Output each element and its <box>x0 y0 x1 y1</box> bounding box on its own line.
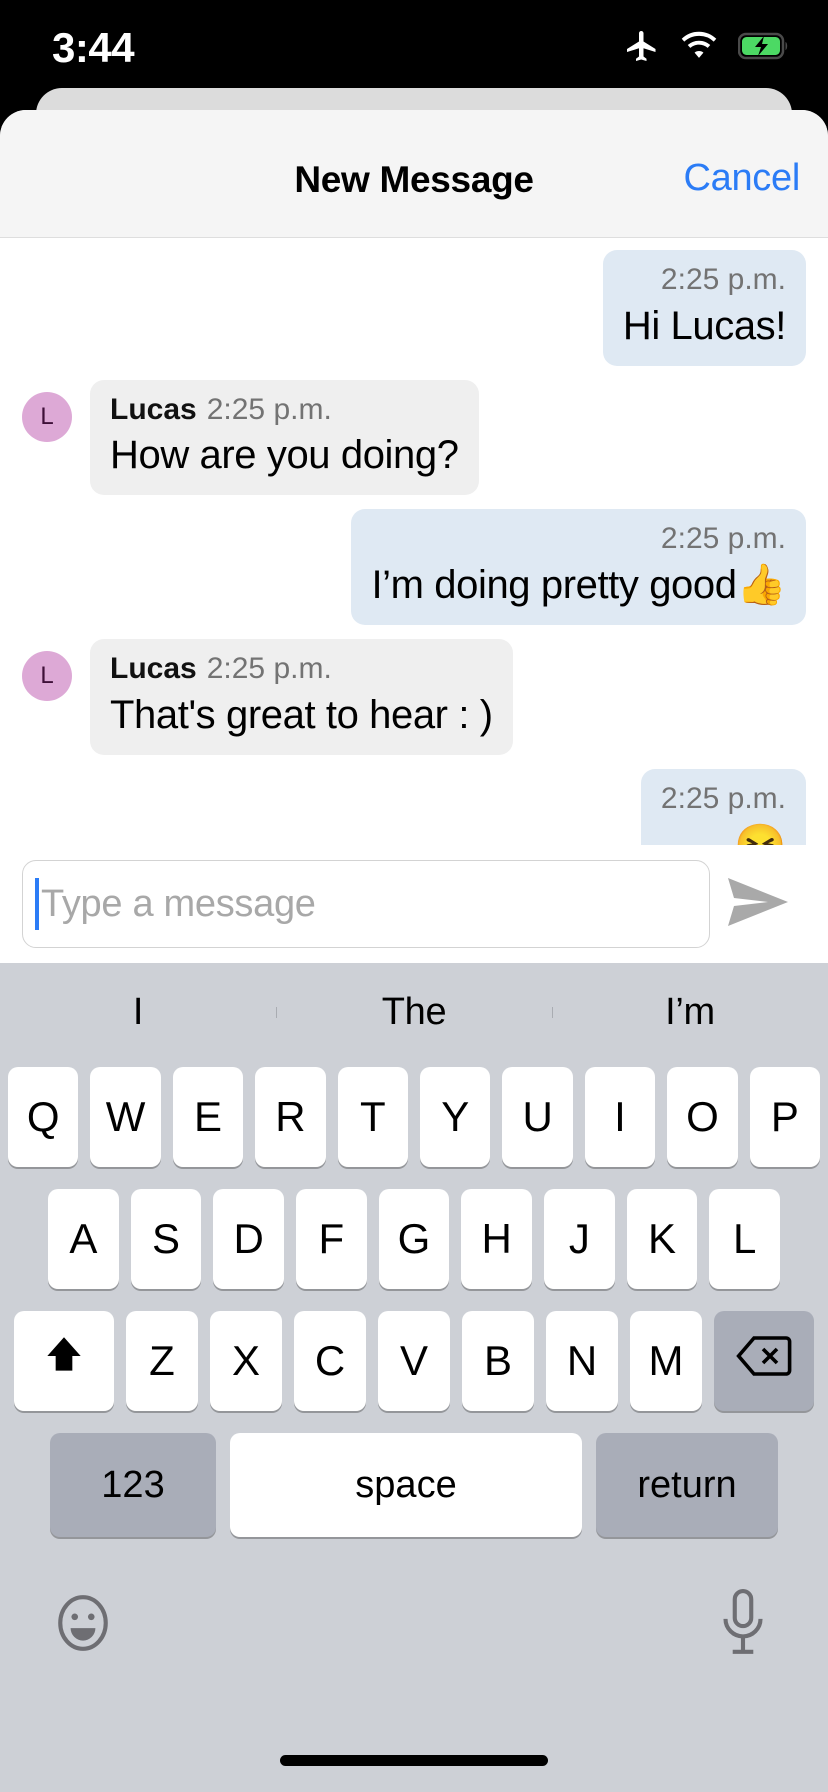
home-indicator <box>280 1755 548 1766</box>
key-u[interactable]: U <box>502 1067 573 1167</box>
message-bubble-incoming[interactable]: Lucas 2:25 p.m. How are you doing? <box>90 379 479 496</box>
message-bubble-incoming[interactable]: Lucas 2:25 p.m. That's great to hear : ) <box>90 639 513 755</box>
shift-key[interactable] <box>14 1311 114 1411</box>
backspace-delete-icon <box>736 1335 792 1387</box>
key-n[interactable]: N <box>546 1311 618 1411</box>
key-a[interactable]: A <box>47 1189 119 1289</box>
battery-charging-icon <box>737 32 790 65</box>
wifi-icon <box>680 31 718 66</box>
keyboard-accessory-row <box>0 1576 828 1696</box>
key-o[interactable]: O <box>667 1067 738 1167</box>
status-bar-indicators <box>624 28 790 69</box>
shift-up-arrow-icon <box>39 1331 89 1391</box>
on-screen-keyboard: I The I’m Q W E R T Y U I O P A S D F G … <box>0 963 828 1792</box>
message-meta: 2:25 p.m. <box>371 520 786 558</box>
dictation-button[interactable] <box>716 1588 770 1663</box>
key-h[interactable]: H <box>461 1189 533 1289</box>
key-z[interactable]: Z <box>126 1311 198 1411</box>
key-c[interactable]: C <box>294 1311 366 1411</box>
airplane-mode-icon <box>624 28 660 69</box>
message-timestamp: 2:25 p.m. <box>660 522 786 556</box>
message-row: 2:25 p.m. Hi Lucas! <box>0 250 828 366</box>
message-timestamp: 2:25 p.m. <box>206 652 332 686</box>
key-f[interactable]: F <box>296 1189 367 1289</box>
numbers-key[interactable]: 123 <box>50 1433 216 1537</box>
prediction-item[interactable]: I <box>0 991 276 1034</box>
message-sender: Lucas <box>110 652 197 686</box>
return-key[interactable]: return <box>596 1433 778 1537</box>
key-p[interactable]: P <box>749 1067 821 1167</box>
key-l[interactable]: L <box>709 1189 781 1289</box>
key-m[interactable]: M <box>630 1311 702 1411</box>
status-bar: 3:44 <box>0 0 828 95</box>
phone-screen: 3:44 New Message Cancel 2:25 p.m. Hi Luc… <box>0 0 828 1792</box>
message-bubble-outgoing[interactable]: 2:25 p.m. Hi Lucas! <box>602 250 806 366</box>
key-q[interactable]: Q <box>7 1067 79 1167</box>
space-key[interactable]: space <box>230 1433 582 1537</box>
prediction-item[interactable]: I’m <box>552 991 828 1034</box>
emoji-smiley-icon <box>52 1595 114 1658</box>
keyboard-row-3: Z X C V B N M <box>0 1311 828 1411</box>
microphone-icon <box>716 1589 770 1662</box>
message-input[interactable]: Type a message <box>22 860 710 948</box>
message-text: Hi Lucas! <box>622 303 787 348</box>
message-row: L Lucas 2:25 p.m. How are you doing? <box>0 379 828 496</box>
message-sender: Lucas <box>110 392 197 426</box>
status-bar-time: 3:44 <box>52 24 135 71</box>
message-input-placeholder: Type a message <box>41 882 316 925</box>
key-s[interactable]: S <box>130 1189 202 1289</box>
message-timestamp: 2:25 p.m. <box>660 781 786 815</box>
new-message-sheet: New Message Cancel 2:25 p.m. Hi Lucas! L… <box>0 110 828 1792</box>
message-row: 2:25 p.m. I’m doing pretty good👍 <box>0 509 828 626</box>
message-meta: Lucas 2:25 p.m. <box>110 650 493 688</box>
key-x[interactable]: X <box>210 1311 282 1411</box>
keyboard-row-1: Q W E R T Y U I O P <box>0 1067 828 1167</box>
key-y[interactable]: Y <box>420 1067 491 1167</box>
prediction-item[interactable]: The <box>276 991 552 1034</box>
message-meta: 2:25 p.m. <box>623 261 786 299</box>
key-i[interactable]: I <box>584 1067 656 1167</box>
predictive-text-bar: I The I’m <box>0 963 828 1061</box>
avatar: L <box>22 651 72 702</box>
message-meta: 2:25 p.m. <box>661 780 786 818</box>
cancel-button[interactable]: Cancel <box>684 157 801 200</box>
message-list[interactable]: 2:25 p.m. Hi Lucas! L Lucas 2:25 p.m. How… <box>0 238 828 887</box>
send-button[interactable] <box>710 860 806 948</box>
key-w[interactable]: W <box>90 1067 161 1167</box>
key-b[interactable]: B <box>462 1311 534 1411</box>
key-r[interactable]: R <box>255 1067 326 1167</box>
avatar: L <box>22 391 72 442</box>
key-v[interactable]: V <box>378 1311 450 1411</box>
message-text: That's great to hear : ) <box>110 692 493 737</box>
send-arrow-icon <box>726 875 790 934</box>
message-composer: Type a message <box>0 845 828 963</box>
backspace-key[interactable] <box>714 1311 814 1411</box>
message-text: I’m doing pretty good👍 <box>371 562 786 607</box>
message-meta: Lucas 2:25 p.m. <box>110 391 459 429</box>
message-timestamp: 2:25 p.m. <box>660 263 786 296</box>
message-timestamp: 2:25 p.m. <box>206 392 332 426</box>
key-k[interactable]: K <box>626 1189 698 1289</box>
message-text: How are you doing? <box>110 433 459 478</box>
emoji-keyboard-button[interactable] <box>52 1592 114 1659</box>
message-row: L Lucas 2:25 p.m. That's great to hear : … <box>0 639 828 755</box>
keyboard-row-4: 123 space return <box>0 1433 828 1537</box>
key-g[interactable]: G <box>378 1189 450 1289</box>
key-e[interactable]: E <box>172 1067 244 1167</box>
key-t[interactable]: T <box>337 1067 408 1167</box>
key-j[interactable]: J <box>544 1189 615 1289</box>
sheet-navigation-bar: New Message Cancel <box>0 110 828 238</box>
keyboard-row-2: A S D F G H J K L <box>0 1189 828 1289</box>
message-bubble-outgoing[interactable]: 2:25 p.m. I’m doing pretty good👍 <box>351 509 806 626</box>
key-d[interactable]: D <box>213 1189 284 1289</box>
